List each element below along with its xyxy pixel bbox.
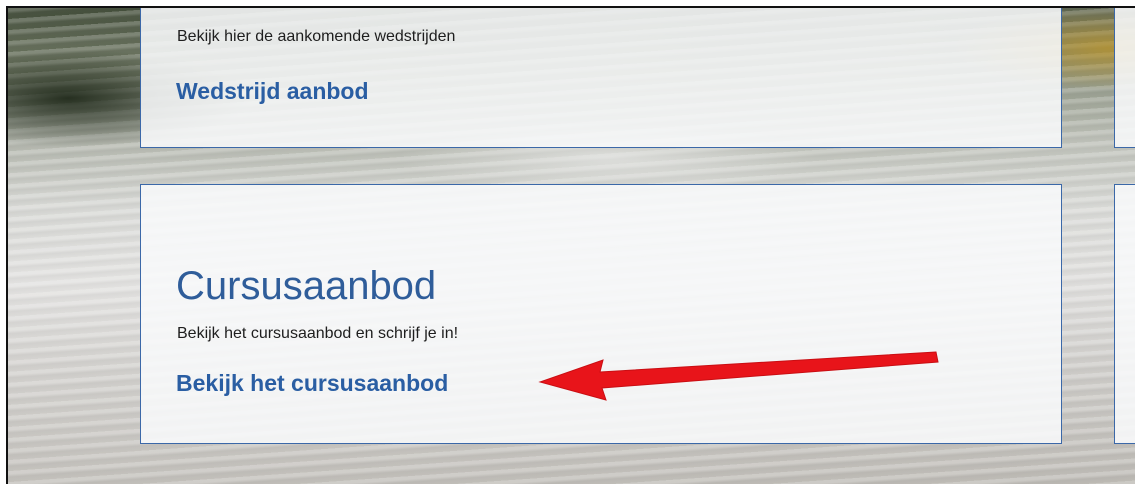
card-description: Bekijk hier de aankomende wedstrijden xyxy=(177,28,456,45)
page-background: Bekijk hier de aankomende wedstrijden We… xyxy=(6,6,1135,484)
card-heading: Cursusaanbod xyxy=(176,264,437,309)
card-cursusaanbod: Cursusaanbod Bekijk het cursusaanbod en … xyxy=(140,184,1062,444)
cursusaanbod-link[interactable]: Bekijk het cursusaanbod xyxy=(176,370,448,397)
card-wedstrijden: Bekijk hier de aankomende wedstrijden We… xyxy=(140,8,1062,148)
wedstrijd-aanbod-link[interactable]: Wedstrijd aanbod xyxy=(176,78,369,105)
card-partial-right-top xyxy=(1114,8,1135,148)
card-description: Bekijk het cursusaanbod en schrijf je in… xyxy=(177,325,459,342)
card-partial-right-bottom xyxy=(1114,184,1135,444)
